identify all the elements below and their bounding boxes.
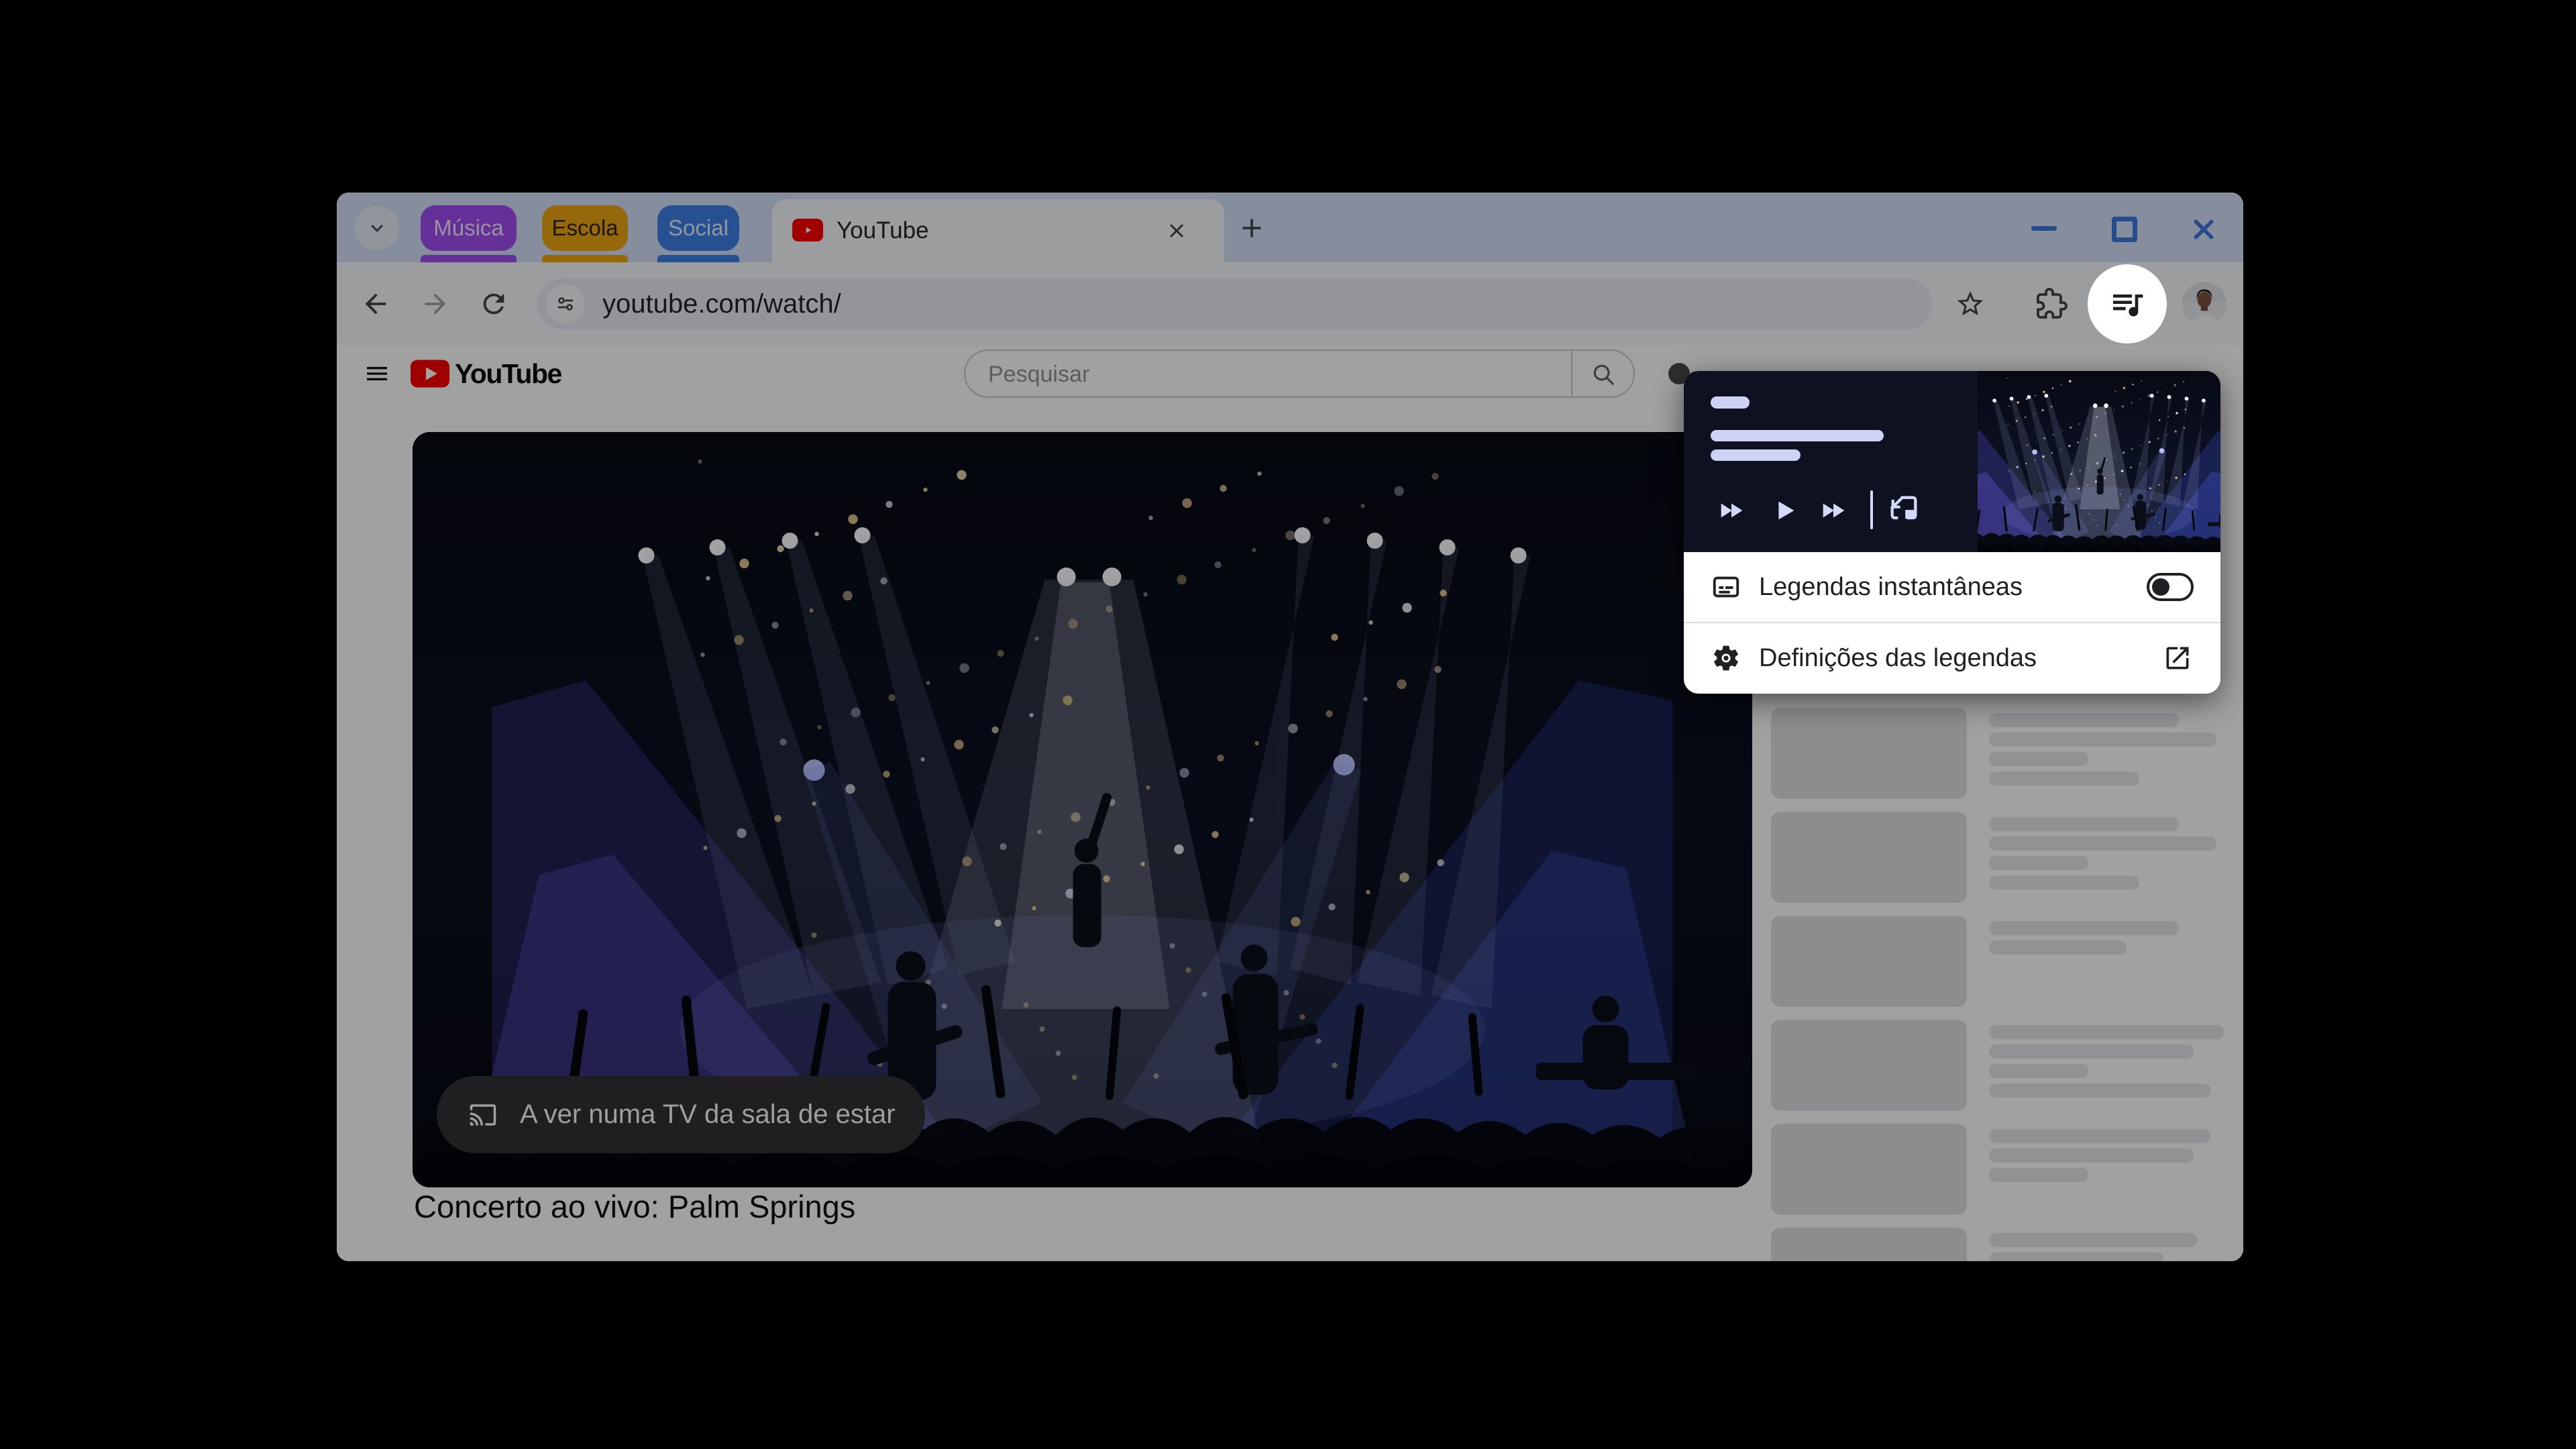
media-line1-skeleton <box>1711 430 1884 441</box>
live-caption-label: Legendas instantâneas <box>1759 572 2023 601</box>
play-button[interactable] <box>1770 495 1801 526</box>
controls-divider <box>1870 490 1873 529</box>
open-in-new-icon[interactable] <box>2163 643 2192 673</box>
media-session-card <box>1684 371 2220 552</box>
caption-settings-label: Definições das legendas <box>1759 643 2037 672</box>
live-caption-icon <box>1711 572 1741 602</box>
live-caption-toggle[interactable] <box>2147 573 2194 601</box>
previous-track-button[interactable] <box>1716 495 1747 526</box>
feature-spotlight-scrim <box>337 193 2243 1261</box>
media-thumbnail <box>1978 371 2220 552</box>
media-title-skeleton <box>1711 396 1750 409</box>
browser-window: Música Escola Social YouTube youtube.com… <box>337 193 2243 1261</box>
global-media-controls-popup: Legendas instantâneas Definições das leg… <box>1684 371 2220 694</box>
picture-in-picture-button[interactable] <box>1886 492 1921 527</box>
next-track-button[interactable] <box>1818 495 1849 526</box>
media-playlist-music-icon <box>2113 294 2143 317</box>
gear-icon <box>1711 643 1741 674</box>
caption-settings-row[interactable]: Definições das legendas <box>1684 623 2220 693</box>
media-controls-button[interactable] <box>2088 264 2167 343</box>
toggle-knob <box>2152 578 2169 596</box>
live-caption-row[interactable]: Legendas instantâneas <box>1684 552 2220 622</box>
media-line2-skeleton <box>1711 449 1801 461</box>
